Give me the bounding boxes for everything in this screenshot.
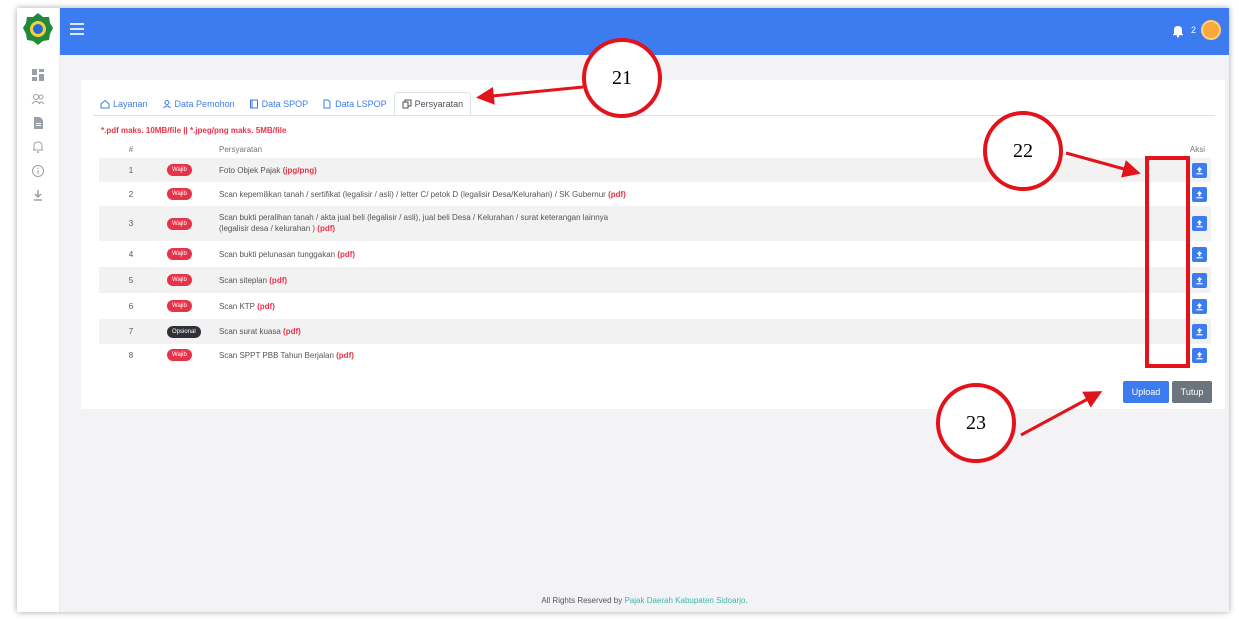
upload-icon xyxy=(1196,219,1203,228)
tab-data-pemohon[interactable]: Data Pemohon xyxy=(155,92,242,116)
table-row: 4 Wajib Scan bukti pelunasan tunggakan (… xyxy=(99,241,1211,267)
upload-icon xyxy=(1196,327,1203,336)
info-icon[interactable] xyxy=(29,162,47,180)
requirement-text: Scan bukti peralihan tanah / akta jual b… xyxy=(219,213,609,233)
requirement-text: Scan kepemilikan tanah / sertifikat (leg… xyxy=(219,189,626,199)
copy-icon xyxy=(402,99,412,109)
tab-layanan[interactable]: Layanan xyxy=(93,92,155,116)
upload-icon xyxy=(1196,190,1203,198)
table-row: 3 Wajib Scan bukti peralihan tanah / akt… xyxy=(99,206,1211,241)
upload-row-button[interactable] xyxy=(1192,216,1207,231)
row-number: 4 xyxy=(128,249,134,259)
users-icon[interactable] xyxy=(29,90,47,108)
row-number: 1 xyxy=(128,165,134,175)
tab-persyaratan[interactable]: Persyaratan xyxy=(393,92,472,116)
required-badge: Wajib xyxy=(167,274,192,286)
upload-icon xyxy=(1196,302,1203,310)
row-number: 6 xyxy=(128,301,134,311)
required-badge: Wajib xyxy=(167,217,192,230)
header-requirement: Persyaratan xyxy=(219,144,263,154)
requirement-text: Scan SPPT PBB Tahun Berjalan (pdf) xyxy=(219,350,354,360)
footer: All Rights Reserved by Pajak Daerah Kabu… xyxy=(541,596,748,605)
header-num: # xyxy=(128,144,134,154)
table-row: 7 Opsional Scan surat kuasa (pdf) xyxy=(99,319,1211,344)
row-number: 5 xyxy=(128,275,134,285)
upload-icon xyxy=(1196,276,1203,284)
tab-label: Persyaratan xyxy=(414,99,464,109)
upload-row-button[interactable] xyxy=(1192,246,1207,262)
upload-row-button[interactable] xyxy=(1192,272,1207,288)
file-size-note: *.pdf maks. 10MB/file || *.jpeg/png maks… xyxy=(101,126,287,135)
required-badge: Wajib xyxy=(167,164,192,176)
document-icon[interactable] xyxy=(29,114,47,132)
sidebar xyxy=(17,8,60,612)
dashboard-icon[interactable] xyxy=(29,66,47,84)
row-number: 2 xyxy=(128,189,134,199)
book-icon xyxy=(249,99,258,109)
footer-link[interactable]: Pajak Daerah Kabupaten Sidoarjo xyxy=(624,596,745,605)
menu-toggle-icon[interactable] xyxy=(70,23,84,35)
home-icon xyxy=(100,99,110,109)
tab-data-spop[interactable]: Data SPOP xyxy=(242,92,316,116)
requirement-text: Scan bukti pelunasan tunggakan (pdf) xyxy=(219,249,356,259)
table-row: 5 Wajib Scan siteplan (pdf) xyxy=(99,267,1211,293)
close-button[interactable]: Tutup xyxy=(1172,381,1212,403)
tab-label: Data Pemohon xyxy=(174,99,235,109)
upload-icon xyxy=(1196,351,1203,359)
row-number: 3 xyxy=(128,219,134,228)
notification-bell-icon[interactable] xyxy=(1171,24,1185,38)
upload-icon xyxy=(1196,166,1203,174)
required-badge: Wajib xyxy=(167,248,192,260)
user-icon xyxy=(162,100,171,109)
tab-label: Data SPOP xyxy=(261,99,309,109)
requirement-text: Scan surat kuasa (pdf) xyxy=(219,327,301,336)
upload-row-button[interactable] xyxy=(1192,347,1207,363)
upload-button[interactable]: Upload xyxy=(1123,381,1169,403)
requirement-text: Scan siteplan (pdf) xyxy=(219,275,288,285)
required-badge: Wajib xyxy=(167,188,192,200)
upload-row-button[interactable] xyxy=(1192,162,1207,178)
required-badge: Wajib xyxy=(167,349,192,361)
requirement-text: Foto Objek Pajak (jpg/png) xyxy=(219,165,317,175)
table-row: 2 Wajib Scan kepemilikan tanah / sertifi… xyxy=(99,182,1211,206)
tab-divider xyxy=(93,115,1215,116)
top-navbar: 2 xyxy=(60,8,1229,55)
notification-count: 2 xyxy=(1190,25,1196,35)
table-row: 6 Wajib Scan KTP (pdf) xyxy=(99,293,1211,319)
table-row: 1 Wajib Foto Objek Pajak (jpg/png) xyxy=(99,158,1211,182)
upload-icon xyxy=(1196,250,1203,258)
row-number: 7 xyxy=(128,327,134,336)
row-number: 8 xyxy=(128,350,134,360)
optional-badge: Opsional xyxy=(167,325,201,338)
logo[interactable] xyxy=(22,12,54,46)
header-action: Aksi xyxy=(1189,144,1205,154)
tab-label: Data LSPOP xyxy=(335,99,387,109)
required-badge: Wajib xyxy=(167,300,192,312)
requirement-text: Scan KTP (pdf) xyxy=(219,301,275,311)
tab-bar: Layanan Data Pemohon Data SPOP Data LSPO… xyxy=(93,92,472,116)
table-row: 8 Wajib Scan SPPT PBB Tahun Berjalan (pd… xyxy=(99,344,1211,366)
download-icon[interactable] xyxy=(29,186,47,204)
bell-icon[interactable] xyxy=(29,138,47,156)
user-avatar[interactable] xyxy=(1201,20,1221,40)
file-icon xyxy=(323,99,331,109)
tab-data-lspop[interactable]: Data LSPOP xyxy=(315,92,394,116)
upload-row-button[interactable] xyxy=(1192,186,1207,202)
tab-label: Layanan xyxy=(113,99,148,109)
table-header: # Persyaratan Aksi xyxy=(99,142,1211,156)
upload-row-button[interactable] xyxy=(1192,324,1207,339)
app-window: 2 Layanan Data Pemohon Data SPOP Data LS… xyxy=(17,8,1229,612)
upload-row-button[interactable] xyxy=(1192,298,1207,314)
persyaratan-card: Layanan Data Pemohon Data SPOP Data LSPO… xyxy=(81,80,1225,409)
